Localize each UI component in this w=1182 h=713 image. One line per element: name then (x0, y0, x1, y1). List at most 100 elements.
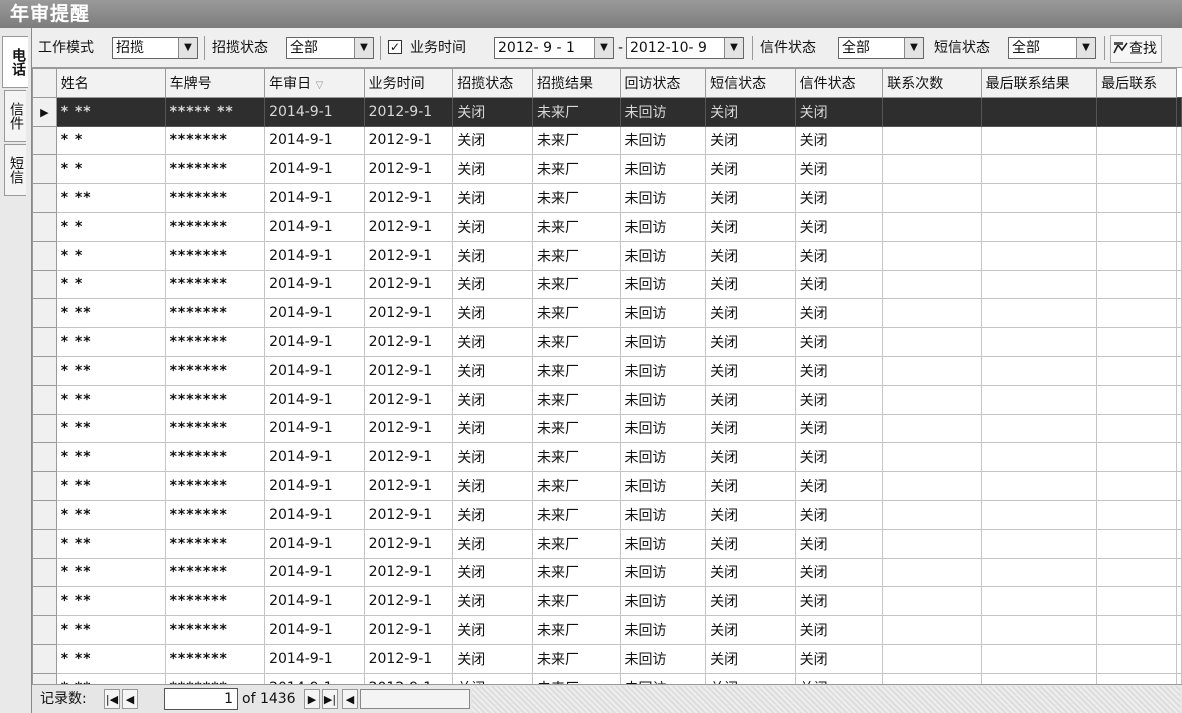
cell-letter-status[interactable]: 关闭 (794, 298, 884, 329)
table-row[interactable]: * *********2014-9-12012-9-1关闭未来厂未回访关闭关闭 (32, 384, 1182, 415)
cell-last-contact-result[interactable] (980, 442, 1098, 473)
cell-last-contact-result[interactable] (980, 240, 1098, 271)
cell-visit-status[interactable]: 未回访 (619, 528, 707, 559)
cell-solicit-result[interactable]: 未来厂 (531, 384, 621, 415)
current-record-input[interactable]: 1 (164, 688, 238, 710)
cell-solicit-status[interactable]: 关闭 (452, 211, 533, 242)
cell-solicit-status[interactable]: 关闭 (452, 643, 533, 674)
cell-inspection-date[interactable]: 2014-9-1 (264, 615, 365, 645)
cell-name[interactable]: * ** (55, 442, 166, 473)
cell-name[interactable]: * ** (55, 355, 166, 386)
cell-business-time[interactable]: 2012-9-1 (363, 183, 454, 213)
cell-business-time[interactable]: 2012-9-1 (363, 298, 454, 329)
cell-sms-status[interactable]: 关闭 (705, 384, 796, 415)
cell-business-time[interactable]: 2012-9-1 (363, 211, 454, 242)
table-row[interactable]: * *********2014-9-12012-9-1关闭未来厂未回访关闭关闭 (32, 355, 1182, 386)
cell-letter-status[interactable]: 关闭 (794, 154, 884, 185)
cell-contact-count[interactable] (882, 240, 982, 271)
table-row[interactable]: * * ******* 2014-9-1 2012-9-1 关闭 未来厂 未回访 关闭 关闭 (32, 211, 1182, 242)
cell-name[interactable]: * ** (55, 643, 166, 674)
cell-sms-status[interactable]: 关闭 (705, 528, 796, 559)
cell-letter-status[interactable]: 关闭 (794, 183, 884, 213)
col-header-inspection-date[interactable]: 年审日 ▽ (264, 68, 365, 98)
cell-last-contact[interactable] (1096, 240, 1177, 271)
cell-solicit-result[interactable]: 未来厂 (531, 557, 621, 588)
cell-sms-status[interactable]: 关闭 (705, 298, 796, 329)
cell-business-time[interactable]: 2012-9-1 (363, 240, 454, 271)
col-header-business-time[interactable]: 业务时间 (363, 68, 454, 98)
cell-sms-status[interactable]: 关闭 (705, 672, 796, 684)
cell-name[interactable]: * ** (55, 298, 166, 329)
cell-plate[interactable]: ******* (164, 384, 266, 415)
cell-last-contact-result[interactable] (980, 471, 1098, 501)
cell-visit-status[interactable]: 未回访 (619, 643, 707, 674)
cell-plate[interactable]: ******* (164, 643, 266, 674)
cell-last-contact-result[interactable] (980, 384, 1098, 415)
cell-inspection-date[interactable]: 2014-9-1 (264, 355, 365, 386)
cell-name[interactable]: * ** (55, 96, 166, 127)
cell-last-contact[interactable] (1096, 96, 1177, 127)
side-tab-letter[interactable]: 信件 (4, 90, 26, 142)
cell-solicit-result[interactable]: 未来厂 (531, 240, 621, 271)
row-selector[interactable] (32, 471, 57, 501)
cell-last-contact[interactable] (1096, 269, 1177, 300)
cell-sms-status[interactable]: 关闭 (705, 355, 796, 386)
cell-visit-status[interactable]: 未回访 (619, 183, 707, 213)
cell-last-contact[interactable] (1096, 528, 1177, 559)
find-button[interactable]: 查找 (1110, 35, 1162, 63)
cell-business-time[interactable]: 2012-9-1 (363, 327, 454, 357)
cell-business-time[interactable]: 2012-9-1 (363, 96, 454, 127)
cell-plate[interactable]: ******* (164, 586, 266, 617)
cell-last-contact[interactable] (1096, 125, 1177, 156)
table-row[interactable]: * *********2014-9-12012-9-1关闭未来厂未回访关闭关闭 (32, 499, 1182, 530)
cell-inspection-date[interactable]: 2014-9-1 (264, 183, 365, 213)
cell-inspection-date[interactable]: 2014-9-1 (264, 672, 365, 684)
cell-plate[interactable]: ******* (164, 672, 266, 684)
dropdown-arrow-icon[interactable]: ▼ (354, 38, 373, 58)
cell-contact-count[interactable] (882, 183, 982, 213)
row-selector[interactable] (32, 384, 57, 415)
cell-name[interactable]: * ** (55, 586, 166, 617)
cell-contact-count[interactable] (882, 125, 982, 156)
cell-last-contact-result[interactable] (980, 154, 1098, 185)
col-header-last-contact-result[interactable]: 最后联系结果 (980, 68, 1098, 98)
cell-last-contact[interactable] (1096, 384, 1177, 415)
cell-contact-count[interactable] (882, 528, 982, 559)
cell-name[interactable]: * ** (55, 327, 166, 357)
cell-solicit-status[interactable]: 关闭 (452, 355, 533, 386)
cell-inspection-date[interactable]: 2014-9-1 (264, 211, 365, 242)
cell-inspection-date[interactable]: 2014-9-1 (264, 413, 365, 444)
cell-plate[interactable]: ***** ** (164, 96, 266, 127)
cell-last-contact[interactable] (1096, 615, 1177, 645)
cell-visit-status[interactable]: 未回访 (619, 442, 707, 473)
side-tab-sms[interactable]: 短信 (4, 144, 26, 196)
cell-solicit-result[interactable]: 未来厂 (531, 413, 621, 444)
cell-solicit-status[interactable]: 关闭 (452, 528, 533, 559)
cell-last-contact-result[interactable] (980, 499, 1098, 530)
cell-last-contact-result[interactable] (980, 96, 1098, 127)
row-selector[interactable] (32, 672, 57, 684)
cell-inspection-date[interactable]: 2014-9-1 (264, 384, 365, 415)
cell-solicit-status[interactable]: 关闭 (452, 471, 533, 501)
row-selector[interactable]: ▶ (32, 96, 57, 127)
horizontal-scrollbar[interactable] (360, 689, 470, 709)
cell-plate[interactable]: ******* (164, 413, 266, 444)
cell-business-time[interactable]: 2012-9-1 (363, 499, 454, 530)
cell-inspection-date[interactable]: 2014-9-1 (264, 327, 365, 357)
row-selector[interactable] (32, 528, 57, 559)
cell-solicit-status[interactable]: 关闭 (452, 240, 533, 271)
cell-plate[interactable]: ******* (164, 269, 266, 300)
cell-solicit-result[interactable]: 未来厂 (531, 154, 621, 185)
cell-visit-status[interactable]: 未回访 (619, 499, 707, 530)
cell-contact-count[interactable] (882, 355, 982, 386)
cell-inspection-date[interactable]: 2014-9-1 (264, 298, 365, 329)
cell-solicit-result[interactable]: 未来厂 (531, 298, 621, 329)
cell-solicit-status[interactable]: 关闭 (452, 557, 533, 588)
cell-sms-status[interactable]: 关闭 (705, 183, 796, 213)
cell-sms-status[interactable]: 关闭 (705, 586, 796, 617)
cell-solicit-status[interactable]: 关闭 (452, 327, 533, 357)
table-row[interactable]: * * ******* 2014-9-1 2012-9-1 关闭 未来厂 未回访 关闭 关闭 (32, 269, 1182, 300)
cell-letter-status[interactable]: 关闭 (794, 413, 884, 444)
cell-plate[interactable]: ******* (164, 528, 266, 559)
cell-name[interactable]: * ** (55, 384, 166, 415)
